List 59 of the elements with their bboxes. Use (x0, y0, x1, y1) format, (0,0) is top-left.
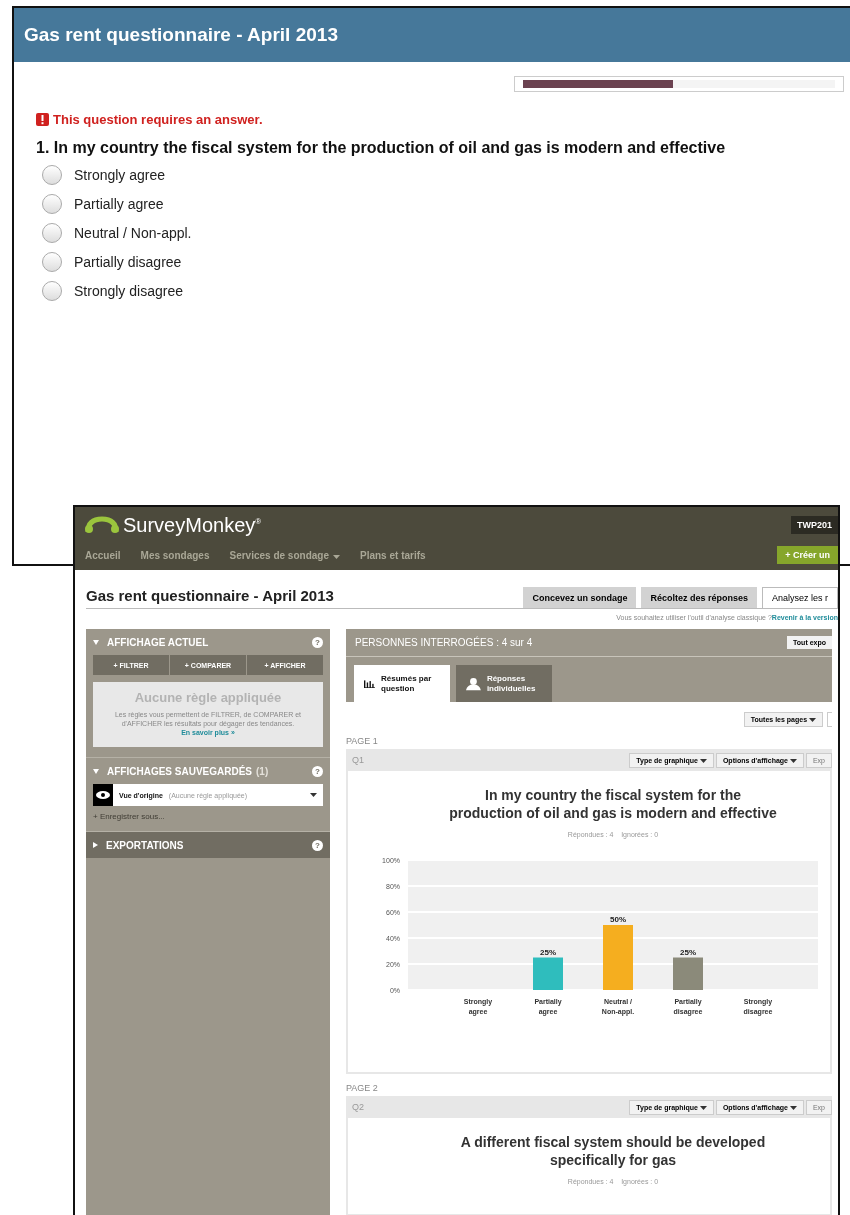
section-title: EXPORTATIONS (106, 839, 184, 851)
answer-option[interactable]: Partially disagree (42, 252, 850, 272)
nav-link[interactable]: Plans et tarifs (360, 549, 426, 561)
monkey-logo-icon (85, 515, 119, 535)
save-as-link[interactable]: + Enregistrer sous... (93, 812, 323, 822)
value-label: 25% (680, 947, 696, 957)
page-label: PAGE 1 (346, 736, 379, 746)
caret-icon (699, 758, 707, 763)
chart-title: A different fiscal system should be developed specifically for gas (459, 1134, 767, 1170)
view-tab[interactable]: Résumés par question (354, 665, 450, 702)
chart-bar (673, 957, 703, 990)
eye-icon (96, 791, 110, 800)
question-id: Q2 (352, 1102, 364, 1112)
nav-link[interactable]: Mes sondages (140, 549, 210, 561)
answer-option[interactable]: Strongly agree (42, 165, 850, 185)
triangle-down-icon (93, 639, 99, 645)
chart-bar (603, 924, 633, 990)
error-message: This question requires an answer. (53, 112, 263, 127)
caret-icon (699, 1105, 707, 1110)
help-icon[interactable]: ? (312, 839, 323, 851)
top-tab[interactable]: Analysez les r (761, 587, 838, 608)
survey-title: Gas rent questionnaire - April 2013 (86, 587, 334, 606)
caret-icon (789, 758, 797, 763)
window-title: Gas rent questionnaire - April 2013 (24, 24, 338, 46)
section-title: AFFICHAGES SAUVEGARDÉS (107, 765, 252, 777)
logo-text: SurveyMonkey$^{®}$ (123, 513, 262, 537)
chart-bar (533, 957, 563, 990)
chart-title: In my country the fiscal system for the production of oil and gas is modern and effective (448, 787, 778, 823)
radio-button[interactable] (42, 165, 62, 185)
nav-link[interactable]: Services de sondage (229, 549, 340, 561)
caret-icon (809, 718, 816, 722)
question-id: Q1 (352, 755, 364, 765)
top-tab[interactable]: Concevez un sondage (523, 587, 637, 608)
triangle-down-icon (93, 768, 99, 774)
bar-chart-icon (364, 677, 375, 690)
account-badge[interactable]: TWP201 (791, 516, 838, 534)
caret-icon (789, 1105, 797, 1110)
saved-count: (1) (256, 765, 269, 777)
respondents-count: PERSONNES INTERROGÉES : 4 sur 4 (355, 637, 533, 648)
radio-button[interactable] (42, 194, 62, 214)
value-label: 50% (610, 914, 626, 924)
value-label: 25% (540, 947, 556, 957)
view-tab[interactable]: Réponses individuelles (456, 665, 552, 702)
radio-button[interactable] (42, 281, 62, 301)
help-icon[interactable]: ? (312, 636, 323, 648)
nav-link[interactable]: Accueil (85, 549, 121, 561)
section-title: AFFICHAGE ACTUEL (107, 636, 209, 648)
answer-option[interactable]: Strongly disagree (42, 281, 850, 301)
answer-option[interactable]: Partially agree (42, 194, 850, 214)
help-icon[interactable]: ? (312, 765, 323, 777)
radio-button[interactable] (42, 223, 62, 243)
answer-option[interactable]: Neutral / Non-appl. (42, 223, 850, 243)
page-label: PAGE 2 (346, 1083, 379, 1093)
triangle-right-icon (93, 842, 98, 849)
top-tab[interactable]: Récoltez des réponses (641, 587, 757, 608)
caret-icon (310, 793, 317, 798)
question-text: 1. In my country the fiscal system for the production of oil and gas is modern and effective (36, 139, 727, 157)
radio-button[interactable] (42, 252, 62, 272)
exclamation-icon (36, 113, 49, 126)
